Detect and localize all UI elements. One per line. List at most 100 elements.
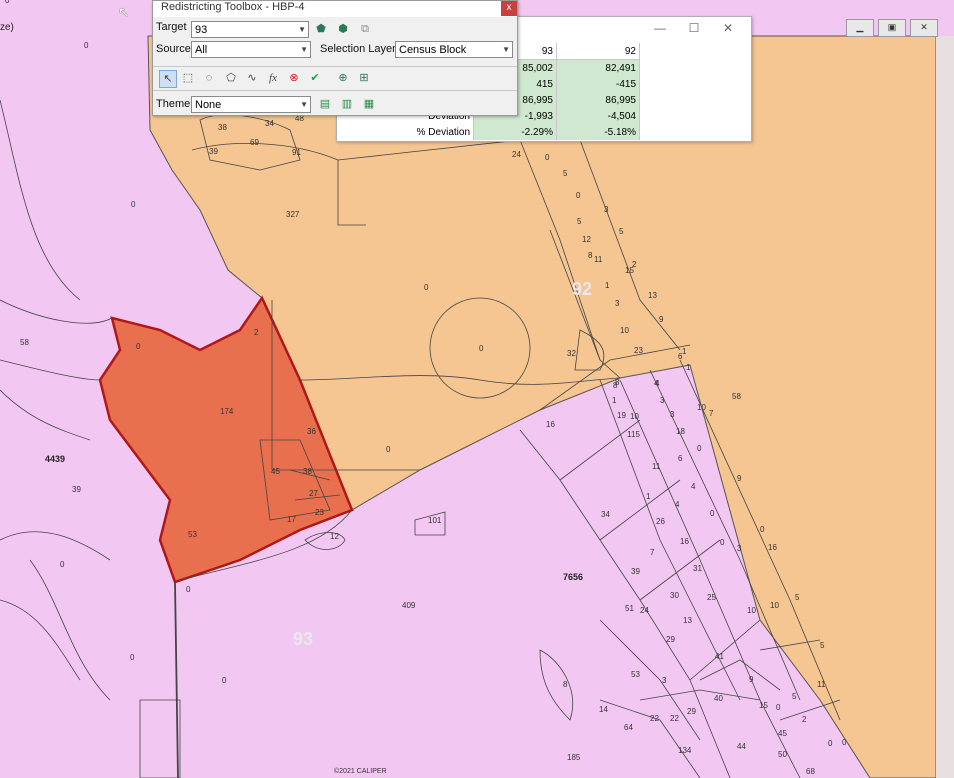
target-settings-icon[interactable]: ⬢: [335, 21, 351, 37]
formula-select-icon[interactable]: fx: [265, 70, 281, 86]
source-label: Source: [156, 43, 191, 55]
block-label: 11: [652, 462, 661, 471]
block-label: 0: [828, 739, 833, 748]
stats-cell: 82,491: [556, 59, 640, 76]
block-label: 11: [594, 255, 603, 264]
block-label: 3: [615, 299, 620, 308]
block-label: 174: [220, 407, 234, 416]
source-select[interactable]: All ▼: [191, 41, 311, 58]
theme-select[interactable]: None ▼: [191, 96, 311, 113]
block-label: 24: [512, 150, 521, 159]
stats-minimize-icon[interactable]: —: [643, 21, 677, 35]
block-label: 53: [188, 530, 197, 539]
circle-select-icon[interactable]: ◌: [201, 70, 217, 86]
target-select[interactable]: 93 ▼: [191, 21, 309, 38]
block-label: 22: [650, 714, 659, 723]
source-value: All: [195, 44, 208, 56]
block-label: 8: [563, 680, 568, 689]
block-label: 34: [601, 510, 610, 519]
toolbox-title: Redistricting Toolbox - HBP-4: [161, 1, 305, 13]
block-label: 40: [714, 694, 723, 703]
chevron-down-icon: ▼: [300, 100, 308, 109]
restore-button[interactable]: ▣: [878, 19, 906, 37]
close-main-button[interactable]: ✕: [910, 19, 938, 37]
selection-layer-select[interactable]: Census Block ▼: [395, 41, 513, 58]
block-label: 30: [670, 591, 679, 600]
zoom-to-selection-icon[interactable]: ⊕: [335, 70, 351, 86]
block-label: 1: [605, 281, 610, 290]
block-label: 0: [424, 283, 429, 292]
selection-layer-value: Census Block: [399, 44, 467, 56]
theme-label: Theme: [156, 98, 191, 110]
pointer-select-icon[interactable]: ↖: [159, 70, 177, 88]
add-to-target-icon[interactable]: ⬟: [313, 21, 329, 37]
toolbox-titlebar[interactable]: Redistricting Toolbox - HBP-4 x: [153, 1, 517, 17]
tract-label-4439: 4439: [45, 454, 65, 464]
block-label: 0: [776, 703, 781, 712]
block-label: 9: [737, 474, 742, 483]
zoom-extent-icon[interactable]: ⊞: [356, 70, 372, 86]
selection-layer-label: Selection Layer: [320, 43, 396, 55]
block-label: 64: [624, 723, 633, 732]
block-label: 16: [680, 537, 689, 546]
stats-row-label: % Deviation: [337, 124, 474, 140]
window-edge: [936, 36, 954, 778]
block-label: 24: [640, 606, 649, 615]
block-label: 16: [768, 543, 777, 552]
theme-edit-icon[interactable]: ▥: [339, 96, 355, 112]
block-label: 10: [697, 403, 706, 412]
target-label: Target: [156, 21, 187, 33]
block-label: 39: [209, 147, 218, 156]
desktop-background: 92 93 4439 7656 ©2021 CALIPER 0 58 39 0 0 0 0 3…: [0, 0, 954, 778]
block-label: 13: [648, 291, 657, 300]
block-label: 0: [222, 676, 227, 685]
map-copyright: ©2021 CALIPER: [334, 767, 387, 775]
block-label: 0: [60, 560, 65, 569]
block-label: 1: [682, 347, 687, 356]
window-title-fragment: ze): [0, 22, 14, 33]
block-label: 0: [545, 153, 550, 162]
block-label: 0: [386, 445, 391, 454]
block-label: 4: [655, 379, 660, 388]
theme-new-icon[interactable]: ▤: [317, 96, 333, 112]
block-label: 6: [678, 454, 683, 463]
stats-close-icon[interactable]: ✕: [711, 21, 745, 35]
stats-cell: 86,995: [556, 92, 640, 108]
block-label: 51: [625, 604, 634, 613]
stats-col-header: 92: [556, 43, 640, 60]
clear-selection-icon[interactable]: ⊗: [286, 70, 302, 86]
block-label: 25: [707, 593, 716, 602]
block-label: 8: [588, 251, 593, 260]
target-swap-icon[interactable]: ⧉: [357, 21, 373, 37]
block-label: 0: [842, 738, 847, 747]
block-label: 5: [795, 593, 800, 602]
minimize-button[interactable]: ▁: [846, 19, 874, 37]
block-label: 7: [650, 548, 655, 557]
apply-selection-icon[interactable]: ✔: [307, 70, 323, 86]
theme-refresh-icon[interactable]: ▦: [361, 96, 377, 112]
rectangle-select-icon[interactable]: ⬚: [180, 70, 196, 86]
block-label: 12: [582, 235, 591, 244]
block-label: 0: [697, 444, 702, 453]
block-label: 29: [666, 635, 675, 644]
block-label: 1: [686, 363, 691, 372]
block-label: 32: [567, 349, 576, 358]
chevron-down-icon: ▼: [300, 45, 308, 54]
block-label: 409: [402, 601, 416, 610]
block-label: 8: [615, 378, 620, 387]
block-label: 0: [5, 0, 10, 5]
toolbox-close-button[interactable]: x: [501, 1, 517, 16]
freehand-select-icon[interactable]: ∿: [244, 70, 260, 86]
stats-maximize-icon[interactable]: ☐: [677, 21, 711, 35]
main-window-controls: ▁ ▣ ✕: [846, 19, 946, 37]
block-label: 5: [792, 692, 797, 701]
block-label: 53: [631, 670, 640, 679]
polygon-select-icon[interactable]: ⬠: [223, 70, 239, 86]
stats-cell: -2.29%: [473, 124, 557, 140]
block-label: 23: [315, 508, 324, 517]
district-label-92: 92: [572, 279, 592, 299]
block-label: 101: [428, 516, 442, 525]
block-label: 45: [271, 467, 280, 476]
block-label: 58: [732, 392, 741, 401]
block-label: 9: [659, 315, 664, 324]
